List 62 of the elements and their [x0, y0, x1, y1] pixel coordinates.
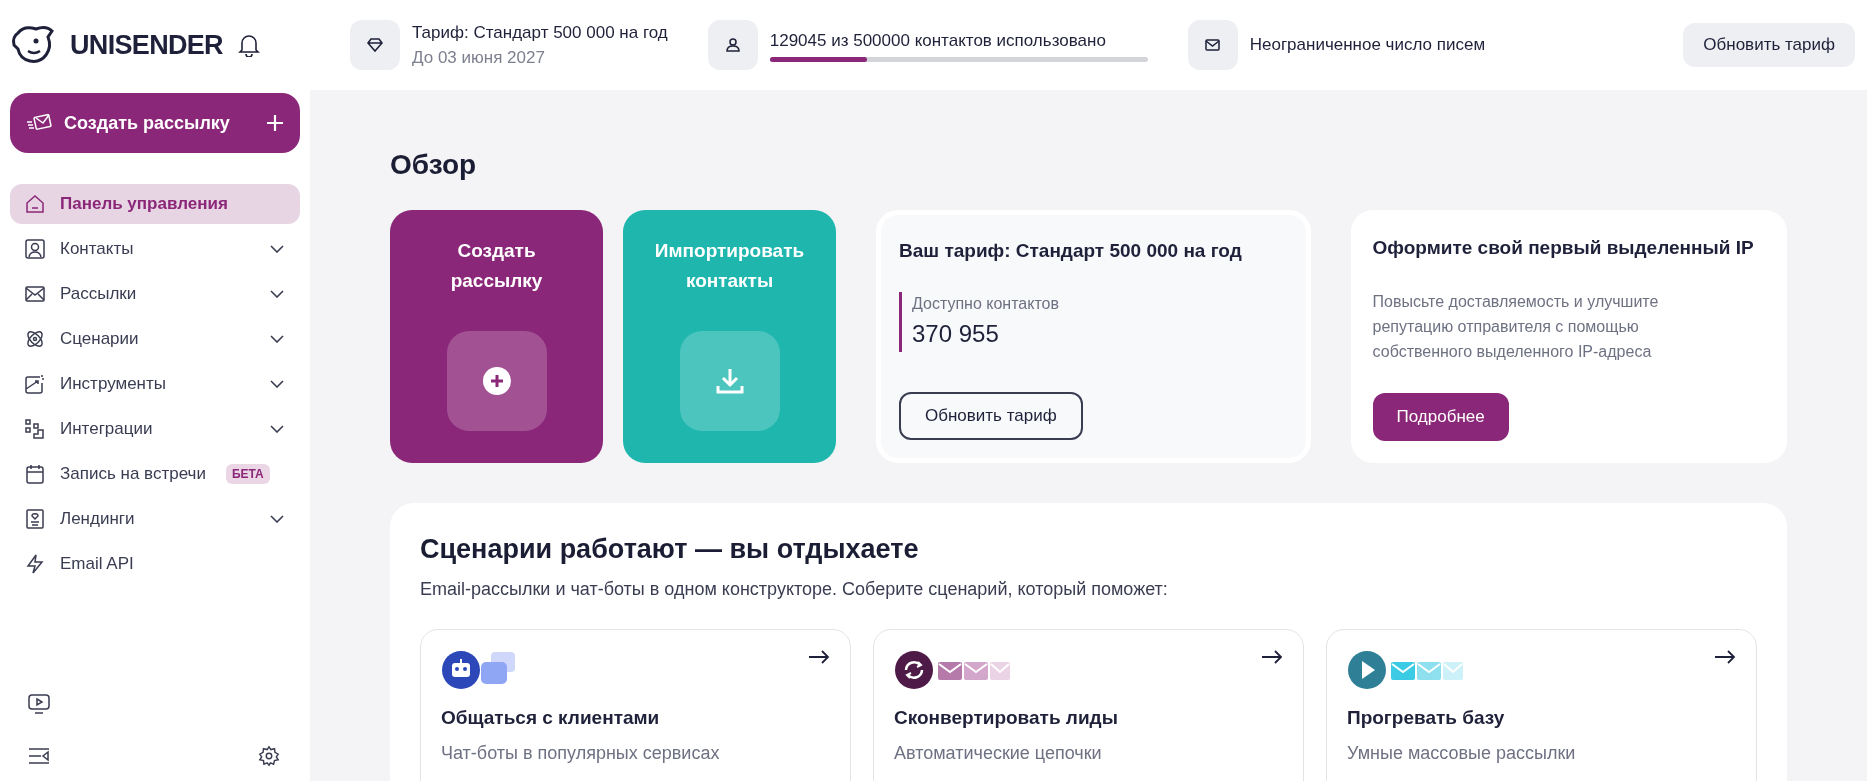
card-title: Ваш тариф: Стандарт 500 000 на год	[899, 239, 1243, 263]
tools-icon	[24, 373, 46, 395]
integrations-icon	[24, 418, 46, 440]
card-description: Повысьте доставляемость и улучшите репутацию отправителя с помощью собственного выделенного IP-адреса	[1372, 291, 1660, 362]
section-subtitle: Email-рассылки и чат-боты в одном конструкторе. Соберите сценарий, который поможет:	[420, 577, 1169, 601]
sidebar-item[interactable]: Рассылки	[10, 274, 300, 314]
arrow-right-icon	[1714, 649, 1736, 664]
section-title: Сценарии работают — вы отдыхаете	[420, 533, 920, 566]
stat-label: Доступно контактов	[912, 293, 1060, 314]
beta-badge: БЕТА	[225, 464, 270, 484]
contacts-usage: 129045 из 500000 контактов использовано	[769, 29, 1107, 52]
play-envelopes-icon	[1347, 649, 1463, 690]
scenario-card[interactable]: Сконвертировать лиды Автоматические цепочки	[873, 628, 1304, 781]
card-description: Умные массовые рассылки	[1347, 742, 1577, 764]
envelope-icon	[1187, 20, 1238, 70]
mail-icon	[24, 283, 46, 305]
contacts-icon	[24, 238, 46, 260]
scenario-card[interactable]: Прогревать базу Умные массовые рассылки	[1326, 628, 1757, 781]
arrow-right-icon	[1261, 649, 1283, 664]
upgrade-plan-button[interactable]: Обновить тариф	[1683, 23, 1855, 67]
brand-name: UNISENDER	[70, 28, 223, 62]
landing-icon	[24, 508, 46, 530]
bolt-icon	[24, 553, 46, 575]
sidebar-item[interactable]: Панель управления	[10, 184, 300, 224]
card-description: Автоматические цепочки	[894, 742, 1103, 764]
plan-expiry: До 03 июня 2027	[412, 47, 546, 69]
settings-icon[interactable]	[258, 745, 280, 767]
sidebar-item[interactable]: Интеграции	[10, 409, 300, 449]
card-title: Общаться с клиентами	[441, 705, 661, 730]
refresh-envelopes-icon	[894, 649, 1010, 690]
plus-icon	[266, 114, 284, 132]
card-description: Чат-боты в популярных сервисах	[441, 742, 721, 764]
person-icon	[707, 20, 758, 70]
sidebar-item[interactable]: Сценарии	[10, 319, 300, 359]
arrow-right-icon	[808, 649, 830, 664]
upgrade-plan-button[interactable]: Обновить тариф	[899, 392, 1083, 440]
sidebar-item[interactable]: Лендинги	[10, 499, 300, 539]
card-title: Прогревать базу	[1347, 705, 1506, 730]
sidebar-item[interactable]: Запись на встречи БЕТА	[10, 454, 300, 494]
stat-value: 370 955	[912, 318, 1000, 349]
collapse-menu-icon[interactable]	[28, 747, 50, 765]
home-icon	[24, 193, 46, 215]
create-campaign-card[interactable]: Создать рассылку	[390, 210, 603, 463]
robot-chat-icon	[441, 649, 517, 690]
card-title: Оформите свой первый выделенный IP	[1372, 236, 1755, 260]
learn-more-button[interactable]: Подробнее	[1372, 393, 1509, 441]
bell-icon[interactable]	[238, 33, 260, 57]
video-icon[interactable]	[28, 693, 50, 715]
plus-icon	[446, 331, 547, 431]
create-campaign-button[interactable]: Создать рассылку	[10, 93, 300, 153]
page-title: Обзор	[390, 148, 478, 182]
plan-title: Тариф: Стандарт 500 000 на год	[412, 21, 668, 44]
atom-icon	[24, 328, 46, 350]
letters-limit: Неограниченное число писем	[1249, 34, 1486, 57]
card-title: Сконвертировать лиды	[894, 705, 1119, 730]
download-icon	[679, 331, 780, 431]
sidebar-item[interactable]: Контакты	[10, 229, 300, 269]
sidebar-item[interactable]: Email API	[10, 544, 300, 584]
envelope-icon	[26, 114, 52, 132]
calendar-icon	[24, 463, 46, 485]
sidebar-item[interactable]: Инструменты	[10, 364, 300, 404]
scenario-card[interactable]: Общаться с клиентами Чат-боты в популярных сервисах	[420, 628, 851, 781]
